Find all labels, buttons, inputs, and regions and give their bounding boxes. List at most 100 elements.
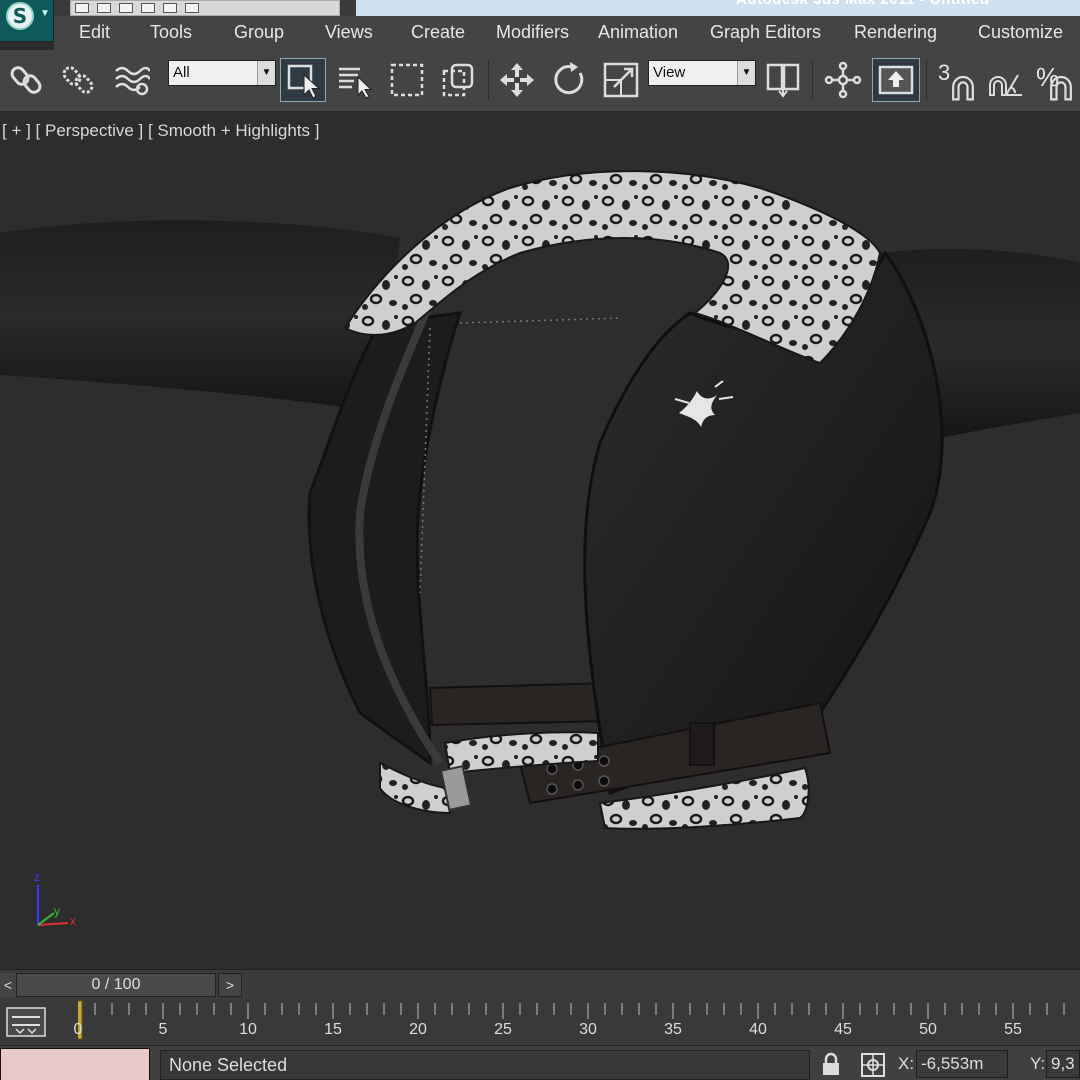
window-title: Autodesk 3ds Max 2011 - Untitled	[736, 0, 990, 8]
title-bar: Autodesk 3ds Max 2011 - Untitled	[0, 0, 1080, 16]
select-and-move-button[interactable]	[496, 58, 538, 102]
percent-snap-toggle-button[interactable]	[1044, 64, 1078, 108]
y-coord-label: Y:	[1030, 1054, 1046, 1073]
keyboard-shortcut-override-button[interactable]	[872, 58, 920, 102]
open-file-icon[interactable]	[97, 3, 111, 13]
selection-status: None Selected	[160, 1050, 810, 1080]
space-warp-icon	[115, 66, 150, 96]
select-by-name-button[interactable]	[334, 58, 376, 102]
track-bar[interactable]: 0 5 10 15 20 25 30 35 40 45 50 55	[0, 999, 1080, 1045]
menu-tools[interactable]: Tools	[150, 22, 192, 43]
reference-coordinate-dropdown[interactable]: View ▼	[648, 60, 756, 86]
selection-filter-value: All	[173, 64, 190, 81]
redo-icon[interactable]	[163, 3, 177, 13]
select-and-scale-button[interactable]	[600, 58, 642, 102]
pivot-center-icon	[766, 63, 800, 98]
project-folder-icon[interactable]	[185, 3, 199, 13]
angle-snap-icon	[989, 74, 1022, 96]
reference-coordinate-value: View	[653, 64, 686, 81]
absolute-mode-transform-icon[interactable]	[860, 1052, 886, 1078]
menu-rendering[interactable]: Rendering	[854, 22, 937, 43]
frame-tick-label: 15	[324, 1021, 342, 1038]
link-icon	[10, 66, 42, 94]
chevron-down-icon: ▼	[40, 8, 50, 19]
time-slider-prev-button[interactable]: <	[0, 973, 16, 997]
frame-tick-label: 10	[239, 1021, 257, 1038]
axis-tripod-icon: z y x	[34, 870, 76, 928]
rectangle-selection-icon	[390, 63, 424, 97]
rectangular-selection-button[interactable]	[386, 58, 428, 102]
magnet-icon	[952, 75, 974, 101]
select-and-rotate-button[interactable]	[548, 58, 590, 102]
frame-tick-label: 50	[919, 1021, 937, 1038]
unlink-icon	[62, 66, 94, 94]
x-coord-field[interactable]: -6,553m	[916, 1050, 1008, 1078]
time-slider-thumb[interactable]: 0 / 100	[16, 973, 216, 997]
toolbar-separator	[488, 60, 489, 100]
perspective-viewport[interactable]: [ + ] [ Perspective ] [ Smooth + Highlig…	[0, 113, 1080, 969]
axis-x-label: x	[70, 914, 76, 928]
menu-group[interactable]: Group	[234, 22, 284, 43]
frame-tick-label: 20	[409, 1021, 427, 1038]
viewport-label[interactable]: [ + ] [ Perspective ] [ Smooth + Highlig…	[2, 121, 319, 141]
y-coord-field[interactable]: 9,3	[1046, 1050, 1080, 1078]
time-slider-next-button[interactable]: >	[218, 973, 242, 997]
menu-edit[interactable]: Edit	[79, 22, 110, 43]
menu-create[interactable]: Create	[411, 22, 465, 43]
magnet-icon	[1050, 75, 1072, 101]
menu-bar: Edit Tools Group Views Create Modifiers …	[54, 16, 1080, 50]
frame-tick-label: 25	[494, 1021, 512, 1038]
frame-tick-label: 55	[1004, 1021, 1022, 1038]
rotate-icon	[554, 62, 584, 95]
select-object-icon	[287, 64, 321, 99]
frame-tick-label: 35	[664, 1021, 682, 1038]
select-object-button[interactable]	[280, 58, 326, 102]
select-by-name-icon	[339, 67, 373, 99]
selection-lock-icon[interactable]	[818, 1052, 844, 1078]
quick-access-toolbar[interactable]	[70, 0, 340, 16]
frame-tick-label: 30	[579, 1021, 597, 1038]
time-slider[interactable]: < 0 / 100 >	[0, 969, 1080, 999]
angle-snap-toggle-button[interactable]	[984, 58, 1026, 102]
chevron-down-icon: ▼	[257, 61, 275, 85]
status-bar: None Selected X: -6,553m Y: 9,3	[0, 1045, 1080, 1080]
frame-tick-label: 0	[73, 1021, 83, 1038]
toolbar-separator	[926, 60, 927, 100]
frame-tick-label: 45	[834, 1021, 852, 1038]
selection-filter-dropdown[interactable]: All ▼	[168, 60, 276, 86]
toolbar-separator	[812, 60, 813, 100]
axis-z-label: z	[34, 870, 40, 884]
select-and-manipulate-button[interactable]	[822, 58, 864, 102]
mini-curve-editor-icon[interactable]	[6, 1007, 46, 1037]
undo-icon[interactable]	[141, 3, 155, 13]
frame-tick-label: 5	[158, 1021, 168, 1038]
title-strip: Autodesk 3ds Max 2011 - Untitled	[356, 0, 1080, 16]
menu-modifiers[interactable]: Modifiers	[496, 22, 569, 43]
scale-icon	[603, 62, 639, 98]
window-crossing-button[interactable]	[438, 58, 480, 102]
menu-graph-editors[interactable]: Graph Editors	[710, 22, 821, 43]
move-icon	[500, 63, 534, 97]
bind-to-space-warp-button[interactable]	[110, 58, 152, 102]
app-logo-icon: S	[6, 2, 34, 30]
menu-views[interactable]: Views	[325, 22, 373, 43]
axis-y-label: y	[54, 904, 60, 918]
shortcut-override-icon	[878, 65, 914, 95]
window-crossing-icon	[442, 63, 474, 97]
menu-animation[interactable]: Animation	[598, 22, 678, 43]
use-pivot-center-button[interactable]	[762, 58, 804, 102]
vest-model[interactable]	[0, 113, 1080, 969]
select-and-link-button[interactable]	[6, 58, 48, 102]
maxscript-listener[interactable]	[0, 1048, 150, 1080]
menu-customize[interactable]: Customize	[978, 22, 1063, 43]
application-button[interactable]: S ▼	[0, 0, 54, 42]
new-file-icon[interactable]	[75, 3, 89, 13]
snaps-toggle-button[interactable]	[946, 64, 980, 108]
chevron-down-icon: ▼	[737, 61, 755, 85]
main-toolbar: All ▼ View ▼ 3 %	[0, 50, 1080, 112]
frame-tick-label: 40	[749, 1021, 767, 1038]
x-coord-label: X:	[898, 1054, 915, 1073]
manipulate-icon	[824, 61, 862, 99]
unlink-selection-button[interactable]	[58, 58, 100, 102]
save-file-icon[interactable]	[119, 3, 133, 13]
